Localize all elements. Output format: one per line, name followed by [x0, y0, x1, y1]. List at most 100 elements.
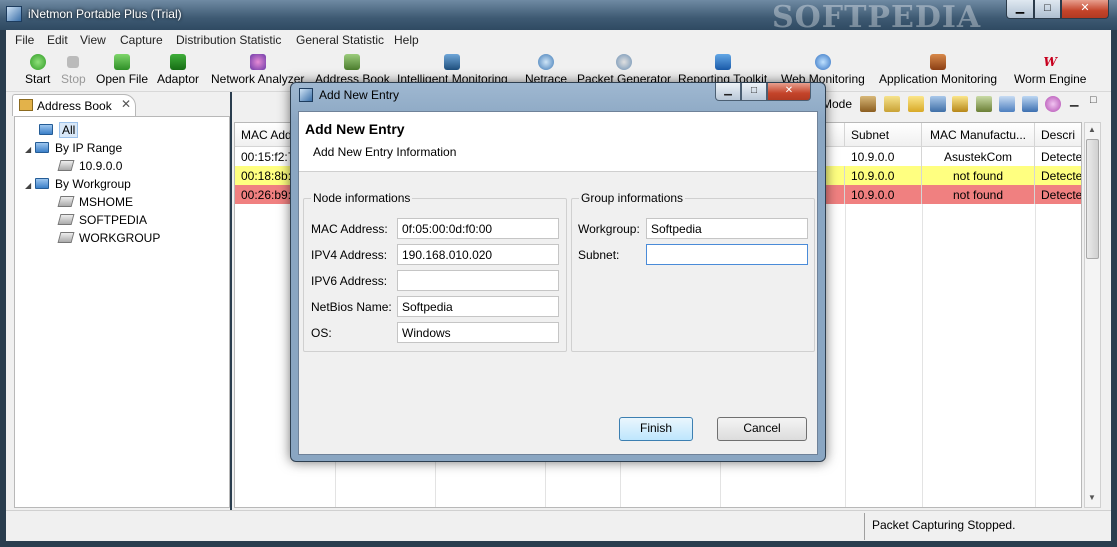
close-button[interactable]: ✕ — [1061, 0, 1109, 19]
scroll-thumb[interactable] — [1086, 139, 1099, 259]
add-new-entry-dialog: Add New Entry ▁ □ ✕ Add New Entry Add Ne… — [290, 82, 826, 462]
netbios-name-label: NetBios Name: — [311, 300, 392, 314]
finish-button[interactable]: Finish — [619, 417, 693, 441]
os-input[interactable]: Windows — [397, 322, 559, 343]
view-maximize-icon[interactable]: □ — [1090, 94, 1097, 106]
menu-file[interactable]: File — [15, 33, 34, 47]
column-header-subnet[interactable]: Subnet — [845, 123, 922, 147]
window-title: iNetmon Portable Plus (Trial) — [28, 7, 182, 21]
workgroup-icon[interactable] — [930, 96, 946, 112]
edit-icon[interactable] — [884, 96, 900, 112]
dialog-titlebar[interactable]: Add New Entry — [299, 88, 399, 102]
packet-generator-icon — [616, 54, 633, 70]
web-monitoring-icon — [814, 54, 831, 70]
group-info-legend: Group informations — [579, 191, 686, 205]
address-book-panel: Address Book ✕ All ◢ By IP Range 10.9.0.0… — [6, 92, 230, 510]
dialog-close-button[interactable]: ✕ — [767, 83, 811, 101]
menu-help[interactable]: Help — [394, 33, 419, 47]
menu-general-statistic[interactable]: General Statistic — [296, 33, 384, 47]
view-minimize-icon[interactable]: ▁ — [1070, 94, 1078, 107]
menu-view[interactable]: View — [80, 33, 106, 47]
export-icon[interactable] — [1022, 96, 1038, 112]
menu-edit[interactable]: Edit — [47, 33, 68, 47]
ipv6-address-label: IPV6 Address: — [311, 274, 388, 288]
stop-icon — [67, 56, 80, 68]
workgroup-input[interactable]: Softpedia — [646, 218, 808, 239]
netbios-name-input[interactable]: Softpedia — [397, 296, 559, 317]
dialog-minimize-button[interactable]: ▁ — [715, 83, 741, 101]
search-icon[interactable] — [999, 96, 1015, 112]
column-header-manufacturer[interactable]: MAC Manufactu... — [922, 123, 1035, 147]
open-file-icon — [114, 54, 131, 70]
ipv4-address-input[interactable]: 190.168.010.020 — [397, 244, 559, 265]
column-header-description[interactable]: Descri — [1035, 123, 1081, 147]
table-row-0-manufacturer[interactable]: AsustekCom — [922, 147, 1035, 166]
table-row-1-subnet[interactable]: 10.9.0.0 — [845, 166, 922, 185]
tree-item-all[interactable]: All — [39, 122, 79, 138]
expand-arrow-icon[interactable]: ◢ — [25, 181, 35, 190]
scroll-up-icon[interactable]: ▲ — [1088, 125, 1096, 134]
menu-distribution-statistic[interactable]: Distribution Statistic — [176, 33, 281, 47]
workgroup-icon — [57, 232, 75, 243]
stop-button[interactable]: Stop — [61, 54, 86, 86]
address-tree: All ◢ By IP Range 10.9.0.0 ◢ By Workgroup … — [14, 116, 230, 508]
cancel-button[interactable]: Cancel — [717, 417, 807, 441]
start-button[interactable]: Start — [25, 54, 50, 86]
folder-icon — [35, 178, 49, 189]
tab-address-book[interactable]: Address Book ✕ — [12, 94, 136, 116]
workgroup-icon — [57, 214, 75, 225]
table-row-1-manufacturer[interactable]: not found — [922, 166, 1035, 185]
table-row-0-description[interactable]: Detecte — [1035, 147, 1081, 166]
table-row-0-subnet[interactable]: 10.9.0.0 — [845, 147, 922, 166]
shield-icon[interactable] — [976, 96, 992, 112]
table-row-2-description[interactable]: Detecte — [1035, 185, 1081, 204]
table-row-1-description[interactable]: Detecte — [1035, 166, 1081, 185]
pencil-icon[interactable] — [952, 96, 968, 112]
dialog-header: Add New Entry Add New Entry Information — [299, 112, 817, 172]
mac-address-label: MAC Address: — [311, 222, 388, 236]
mac-address-input[interactable]: 0f:05:00:0d:f0:00 — [397, 218, 559, 239]
tree-item-mshome[interactable]: MSHOME — [57, 195, 133, 209]
workgroup-label: Workgroup: — [578, 222, 640, 236]
adaptor-button[interactable]: Adaptor — [157, 54, 199, 86]
app-icon — [6, 6, 22, 22]
status-separator — [864, 513, 865, 540]
tree-item-softpedia[interactable]: SOFTPEDIA — [57, 213, 147, 227]
book-icon[interactable] — [860, 96, 876, 112]
tree-item-ip-range[interactable]: 10.9.0.0 — [57, 159, 122, 173]
gear-icon[interactable] — [1045, 96, 1061, 112]
address-book-icon — [19, 99, 33, 111]
ipv6-address-input[interactable] — [397, 270, 559, 291]
folder-icon — [39, 124, 53, 135]
window-titlebar[interactable]: iNetmon Portable Plus (Trial) SOFTPEDIA … — [0, 0, 1117, 35]
tree-item-by-workgroup[interactable]: ◢ By Workgroup — [25, 177, 131, 191]
group-info-group: Group informations Workgroup: Softpedia … — [571, 191, 815, 352]
network-analyzer-button[interactable]: Network Analyzer — [211, 54, 304, 86]
mode-label: Mode — [822, 97, 853, 111]
subnet-label: Subnet: — [578, 248, 620, 262]
table-row-2-subnet[interactable]: 10.9.0.0 — [845, 185, 922, 204]
dialog-heading: Add New Entry — [305, 121, 405, 137]
open-file-button[interactable]: Open File — [96, 54, 148, 86]
application-monitoring-button[interactable]: Application Monitoring — [879, 54, 997, 86]
menu-capture[interactable]: Capture — [120, 33, 163, 47]
tree-item-by-ip-range[interactable]: ◢ By IP Range — [25, 141, 122, 155]
menu-bar: File Edit View Capture Distribution Stat… — [6, 30, 1111, 50]
tree-item-workgroup[interactable]: WORKGROUP — [57, 231, 160, 245]
netrace-icon — [538, 54, 555, 70]
worm-engine-button[interactable]: W Worm Engine — [1014, 54, 1086, 86]
intelligent-monitoring-icon — [444, 54, 461, 70]
reporting-toolkit-icon — [714, 54, 731, 70]
dialog-subheading: Add New Entry Information — [313, 145, 457, 159]
dialog-maximize-button[interactable]: □ — [741, 83, 767, 101]
subnet-input[interactable] — [646, 244, 808, 265]
scroll-down-icon[interactable]: ▼ — [1088, 493, 1096, 502]
expand-arrow-icon[interactable]: ◢ — [25, 145, 35, 154]
maximize-button[interactable]: □ — [1034, 0, 1061, 19]
table-vertical-scrollbar[interactable]: ▲ ▼ — [1084, 122, 1101, 508]
minimize-button[interactable]: ▁ — [1006, 0, 1034, 19]
group-icon[interactable] — [908, 96, 924, 112]
adaptor-icon — [170, 54, 187, 70]
close-tab-icon[interactable]: ✕ — [121, 97, 131, 111]
table-row-2-manufacturer[interactable]: not found — [922, 185, 1035, 204]
